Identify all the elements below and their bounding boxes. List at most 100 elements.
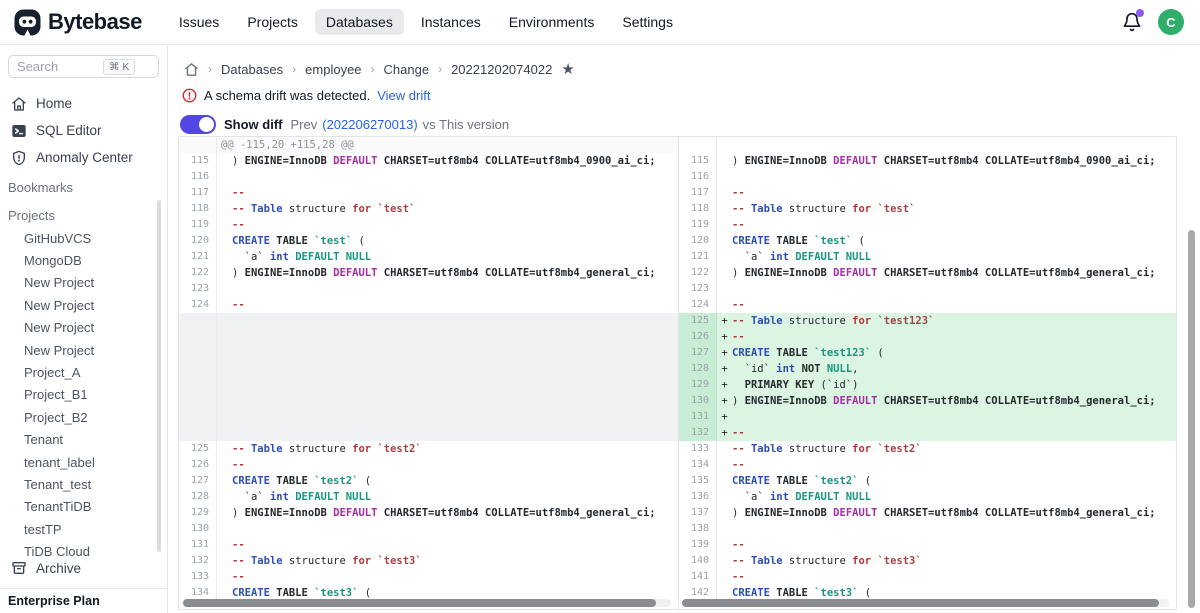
- diff-line: 138: [679, 521, 1176, 537]
- sidebar-item-anomaly-center[interactable]: Anomaly Center: [0, 144, 167, 171]
- line-number: 117: [179, 185, 217, 201]
- sidebar-item-sql-editor[interactable]: SQL Editor: [0, 117, 167, 144]
- breadcrumb-item-databases[interactable]: Databases: [221, 62, 283, 77]
- prev-label: Prev: [291, 117, 318, 132]
- brand-name: Bytebase: [48, 9, 142, 35]
- diff-line: 121 `a` int DEFAULT NULL: [679, 249, 1176, 265]
- diff-marker: [217, 233, 232, 249]
- view-drift-link[interactable]: View drift: [377, 88, 430, 103]
- code-text: CREATE TABLE `test` (: [232, 233, 365, 249]
- diff-marker: [717, 569, 732, 585]
- search-box[interactable]: ⌘ K: [8, 55, 159, 78]
- left-hscroll-thumb[interactable]: [183, 599, 656, 607]
- page-scrollbar[interactable]: [1188, 230, 1195, 608]
- diff-marker: [217, 297, 232, 313]
- right-hscroll-thumb[interactable]: [682, 599, 1159, 607]
- sidebar-item-project-testtp[interactable]: testTP: [0, 518, 167, 540]
- nav-item-environments[interactable]: Environments: [498, 9, 606, 35]
- diff-marker: [717, 233, 732, 249]
- diff-line: 124--: [679, 297, 1176, 313]
- line-number: 125: [679, 313, 717, 329]
- show-diff-label: Show diff: [224, 117, 283, 132]
- diff-line: 139--: [679, 537, 1176, 553]
- diff-marker: [717, 281, 732, 297]
- bookmark-star-icon[interactable]: ★: [561, 62, 574, 77]
- diff-line-placeholder: [179, 425, 678, 441]
- sidebar-item-project-tenanttidb[interactable]: TenantTiDB: [0, 496, 167, 518]
- sidebar-item-project-project_b2[interactable]: Project_B2: [0, 406, 167, 428]
- code-text: -- Table structure for `test3`: [732, 553, 922, 569]
- line-number: 131: [179, 537, 217, 553]
- sidebar-item-project-new-project[interactable]: New Project: [0, 317, 167, 339]
- search-input[interactable]: [17, 59, 103, 74]
- diff-marker: +: [717, 329, 732, 345]
- line-number: 115: [179, 153, 217, 169]
- nav-item-issues[interactable]: Issues: [168, 9, 230, 35]
- line-number: 125: [179, 441, 217, 457]
- sidebar-item-project-tenant[interactable]: Tenant: [0, 429, 167, 451]
- line-number: 127: [179, 473, 217, 489]
- sidebar-item-project-githubvcs[interactable]: GitHubVCS: [0, 227, 167, 249]
- line-number: 121: [679, 249, 717, 265]
- nav-item-instances[interactable]: Instances: [410, 9, 492, 35]
- notifications-button[interactable]: [1122, 12, 1142, 32]
- avatar[interactable]: C: [1158, 9, 1184, 35]
- line-number: 141: [679, 569, 717, 585]
- sidebar-item-project-mongodb[interactable]: MongoDB: [0, 249, 167, 271]
- diff-line: 128 `a` int DEFAULT NULL: [179, 489, 678, 505]
- code-text: -- Table structure for `test`: [232, 201, 415, 217]
- diff-marker: +: [717, 313, 732, 329]
- diff-line: 122) ENGINE=InnoDB DEFAULT CHARSET=utf8m…: [679, 265, 1176, 281]
- sidebar-item-project-project_b1[interactable]: Project_B1: [0, 384, 167, 406]
- line-number: 120: [179, 233, 217, 249]
- project-list: GitHubVCSMongoDBNew ProjectNew ProjectNe…: [0, 227, 167, 563]
- line-number: [179, 393, 217, 409]
- sidebar-scrollbar[interactable]: [157, 200, 161, 552]
- line-number: 133: [179, 569, 217, 585]
- diff-marker: [217, 409, 232, 425]
- diff-line-added: 125+-- Table structure for `test123`: [679, 313, 1176, 329]
- code-text: CREATE TABLE `test2` (: [232, 473, 371, 489]
- nav-item-settings[interactable]: Settings: [611, 9, 684, 35]
- sidebar-item-label: SQL Editor: [36, 123, 102, 138]
- line-number: 124: [179, 297, 217, 313]
- main-content: › Databases › employee › Change › 202212…: [168, 45, 1200, 613]
- diff-line: 118-- Table structure for `test`: [679, 201, 1176, 217]
- diff-line: 115) ENGINE=InnoDB DEFAULT CHARSET=utf8m…: [679, 153, 1176, 169]
- diff-marker: [217, 553, 232, 569]
- line-number: 134: [679, 457, 717, 473]
- sidebar-item-archive[interactable]: Archive: [0, 557, 167, 579]
- sidebar-item-project-new-project[interactable]: New Project: [0, 339, 167, 361]
- code-text: --: [232, 537, 245, 553]
- sidebar-menu: Home SQL Editor Anomaly Center: [0, 90, 167, 171]
- breadcrumb-item-change[interactable]: Change: [384, 62, 430, 77]
- diff-line: 115) ENGINE=InnoDB DEFAULT CHARSET=utf8m…: [179, 153, 678, 169]
- sidebar-item-home[interactable]: Home: [0, 90, 167, 117]
- breadcrumb-item-employee[interactable]: employee: [305, 62, 361, 77]
- diff-marker: [217, 441, 232, 457]
- nav-item-databases[interactable]: Databases: [315, 9, 404, 35]
- prev-version-link[interactable]: (202206270013): [322, 117, 417, 132]
- sidebar-item-project-new-project[interactable]: New Project: [0, 294, 167, 316]
- line-number: 130: [679, 393, 717, 409]
- line-number: 128: [179, 489, 217, 505]
- nav-item-projects[interactable]: Projects: [236, 9, 309, 35]
- brand-logo[interactable]: Bytebase: [0, 9, 142, 36]
- code-text: ) ENGINE=InnoDB DEFAULT CHARSET=utf8mb4 …: [232, 505, 656, 521]
- diff-marker: [217, 537, 232, 553]
- diff-line: 134--: [679, 457, 1176, 473]
- line-number: 128: [679, 361, 717, 377]
- line-number: [179, 409, 217, 425]
- show-diff-toggle[interactable]: [180, 115, 216, 134]
- code-text: `id` int NOT NULL,: [732, 361, 858, 377]
- sidebar-item-project-tenant_test[interactable]: Tenant_test: [0, 473, 167, 495]
- line-number: 121: [179, 249, 217, 265]
- line-number: 118: [679, 201, 717, 217]
- sidebar-item-project-new-project[interactable]: New Project: [0, 272, 167, 294]
- sidebar-item-project-project_a[interactable]: Project_A: [0, 361, 167, 383]
- home-icon[interactable]: [184, 62, 199, 77]
- sidebar-item-project-tenant_label[interactable]: tenant_label: [0, 451, 167, 473]
- diff-line: 132-- Table structure for `test3`: [179, 553, 678, 569]
- diff-marker: [217, 201, 232, 217]
- diff-marker: [217, 569, 232, 585]
